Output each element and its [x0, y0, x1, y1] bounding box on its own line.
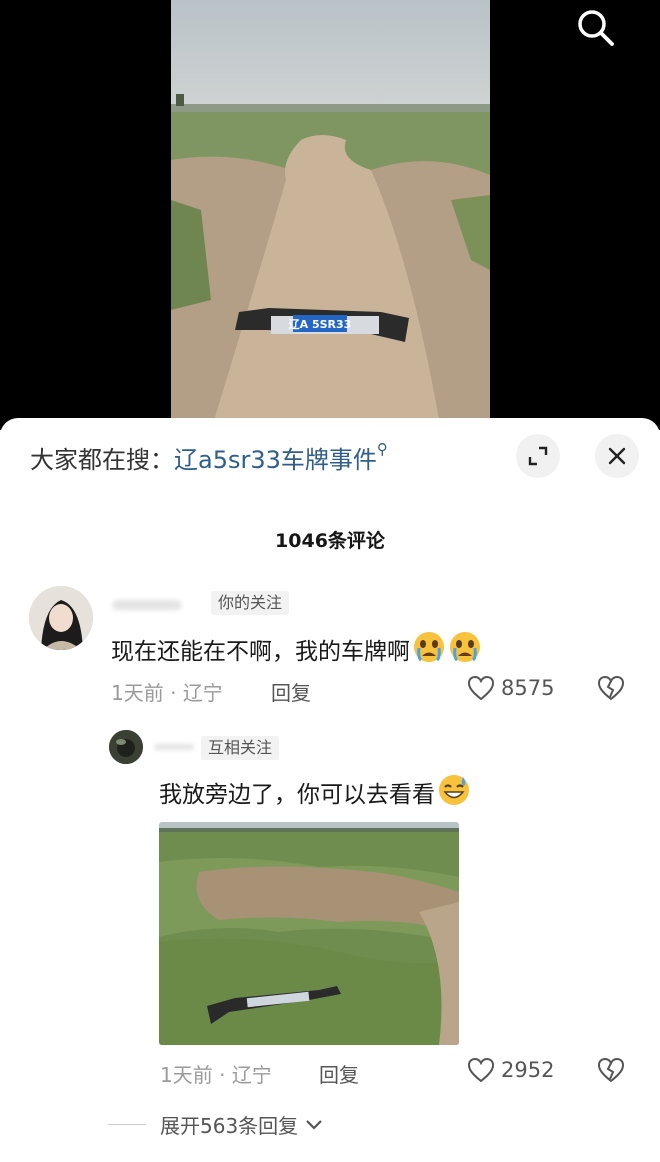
- expand-button[interactable]: [516, 434, 560, 478]
- search-suggestion[interactable]: 大家都在搜：辽a5sr33车牌事件⚲: [30, 440, 388, 475]
- chevron-down-icon: [305, 1120, 322, 1130]
- reply-reply-button[interactable]: 回复: [319, 1059, 359, 1088]
- reply-time: 1天前: [160, 1063, 213, 1087]
- crying-emoji: [412, 630, 446, 670]
- expand-replies-label: 展开563条回复: [160, 1114, 299, 1138]
- reply-like-button[interactable]: 2952: [467, 1056, 557, 1086]
- like-button[interactable]: 8575: [467, 674, 557, 704]
- expand-icon: [528, 446, 548, 466]
- reply-location: 辽宁: [231, 1063, 272, 1087]
- close-icon: [608, 447, 626, 465]
- search-icon: [578, 10, 614, 46]
- video-scene-image: 辽A 5SR33: [171, 0, 490, 430]
- comment-count: 1046条评论: [275, 530, 385, 552]
- avatar[interactable]: [29, 586, 93, 650]
- reply-text-body: 我放旁边了，你可以去看看: [159, 782, 435, 808]
- dislike-button[interactable]: [597, 675, 627, 705]
- search-button[interactable]: [570, 2, 620, 52]
- reply-follow-tag: 互相关注: [201, 736, 280, 760]
- reply-button[interactable]: 回复: [271, 677, 311, 706]
- reply-avatar[interactable]: [109, 730, 143, 764]
- follow-tag: 你的关注: [211, 591, 290, 615]
- heart-icon: [467, 675, 495, 701]
- sweat-smile-emoji: [437, 773, 471, 813]
- crying-emoji: [448, 630, 482, 670]
- comment-text-body: 现在还能在不啊，我的车牌啊: [111, 639, 410, 665]
- reply-text: 我放旁边了，你可以去看看: [159, 773, 471, 813]
- broken-heart-icon: [597, 1057, 625, 1083]
- username-blurred[interactable]: [112, 600, 182, 610]
- close-button[interactable]: [595, 434, 639, 478]
- reply-image[interactable]: [159, 822, 459, 1045]
- reply-username-blurred[interactable]: [154, 744, 194, 750]
- video-player[interactable]: 辽A 5SR33: [0, 0, 660, 430]
- comment-time: 1天前: [111, 681, 164, 705]
- reply-like-count: 2952: [501, 1058, 555, 1082]
- suggestion-prefix: 大家都在搜：: [30, 446, 174, 474]
- expand-replies-button[interactable]: 展开563条回复: [160, 1110, 323, 1139]
- heart-icon: [467, 1057, 495, 1083]
- reply-meta: 1天前 · 辽宁: [160, 1063, 272, 1087]
- divider: [108, 1124, 146, 1125]
- plate-text: 辽A 5SR33: [289, 318, 352, 331]
- comment-meta: 1天前 · 辽宁: [111, 681, 223, 705]
- comment-sheet: 大家都在搜：辽a5sr33车牌事件⚲ 1046条评论 你的关注 现在还能在不啊，…: [0, 418, 660, 1162]
- comment-text: 现在还能在不啊，我的车牌啊: [111, 630, 482, 670]
- reply-dislike-button[interactable]: [597, 1057, 627, 1087]
- video-frame[interactable]: 辽A 5SR33: [171, 0, 490, 430]
- search-icon-small: ⚲: [376, 440, 388, 458]
- like-count: 8575: [501, 676, 555, 700]
- broken-heart-icon: [597, 675, 625, 701]
- comment-location: 辽宁: [182, 681, 223, 705]
- suggestion-query-link[interactable]: 辽a5sr33车牌事件: [174, 446, 377, 474]
